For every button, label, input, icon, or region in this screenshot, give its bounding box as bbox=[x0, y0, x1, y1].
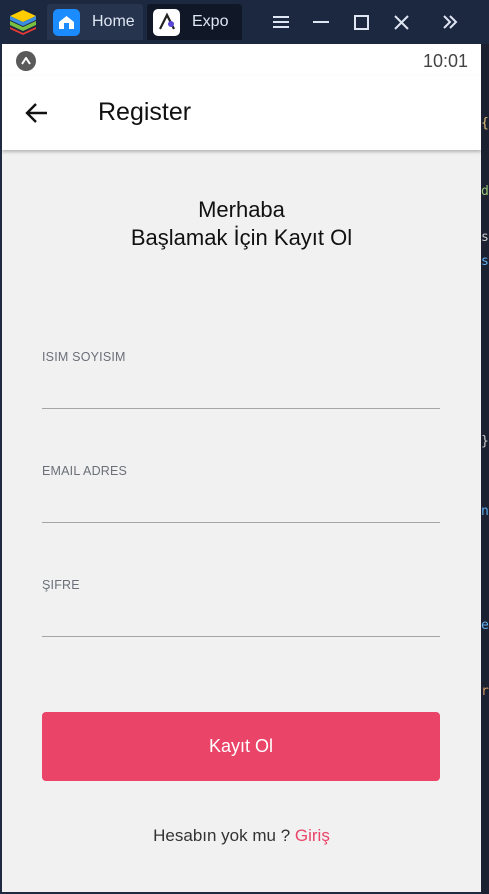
editor-glyph: { bbox=[481, 116, 489, 131]
greeting-line-1: Merhaba bbox=[198, 197, 285, 222]
editor-glyph: e bbox=[481, 618, 489, 633]
tab-expo[interactable]: Expo bbox=[147, 4, 242, 40]
editor-glyph: d bbox=[481, 184, 489, 199]
double-chevron-icon[interactable] bbox=[436, 8, 464, 36]
name-field-label: ISIM SOYISIM bbox=[42, 350, 126, 364]
name-input[interactable] bbox=[42, 376, 440, 409]
tab-expo-label: Expo bbox=[192, 13, 229, 30]
arrow-left-icon[interactable] bbox=[22, 98, 52, 128]
minimize-icon[interactable] bbox=[307, 8, 335, 36]
tab-home[interactable]: Home bbox=[47, 4, 143, 40]
status-time: 10:01 bbox=[422, 51, 468, 71]
editor-glyph: } bbox=[481, 434, 489, 449]
expo-status-icon bbox=[16, 51, 36, 71]
editor-glyph: s bbox=[481, 230, 489, 245]
editor-glyph: n bbox=[481, 504, 489, 519]
editor-glyph: s bbox=[481, 254, 489, 269]
login-prompt: Hesabın yok mu ? Giriş bbox=[2, 826, 481, 846]
greeting: Merhaba Başlamak İçin Kayıt Ol bbox=[2, 196, 481, 252]
password-field: ŞIFRE bbox=[42, 578, 440, 637]
name-field: ISIM SOYISIM bbox=[42, 350, 440, 409]
expo-icon bbox=[153, 8, 180, 36]
login-prompt-text: Hesabın yok mu ? bbox=[153, 826, 291, 845]
bluestacks-logo-icon[interactable] bbox=[7, 7, 39, 37]
password-field-label: ŞIFRE bbox=[42, 578, 80, 592]
password-input[interactable] bbox=[42, 604, 440, 637]
close-icon[interactable] bbox=[387, 8, 415, 36]
editor-glyph: r bbox=[481, 684, 489, 699]
home-icon bbox=[53, 8, 80, 36]
register-button[interactable]: Kayıt Ol bbox=[42, 712, 440, 781]
menu-icon[interactable] bbox=[267, 8, 295, 36]
page-title: Register bbox=[98, 98, 192, 126]
app-bar: Register bbox=[2, 76, 481, 150]
emulator-titlebar: Home Expo bbox=[0, 0, 489, 44]
email-field-label: EMAIL ADRES bbox=[42, 464, 128, 478]
status-bar: 10:01 bbox=[2, 44, 481, 76]
greeting-line-2: Başlamak İçin Kayıt Ol bbox=[130, 225, 353, 250]
email-input[interactable] bbox=[42, 490, 440, 523]
tab-home-label: Home bbox=[92, 13, 135, 30]
login-link[interactable]: Giriş bbox=[295, 826, 330, 845]
background-editor-strip: { d s s } n e r bbox=[481, 44, 489, 894]
phone-screen: 10:01 Register Merhaba Başlamak İçin Kay… bbox=[2, 44, 481, 892]
email-field: EMAIL ADRES bbox=[42, 464, 440, 523]
maximize-icon[interactable] bbox=[347, 8, 375, 36]
